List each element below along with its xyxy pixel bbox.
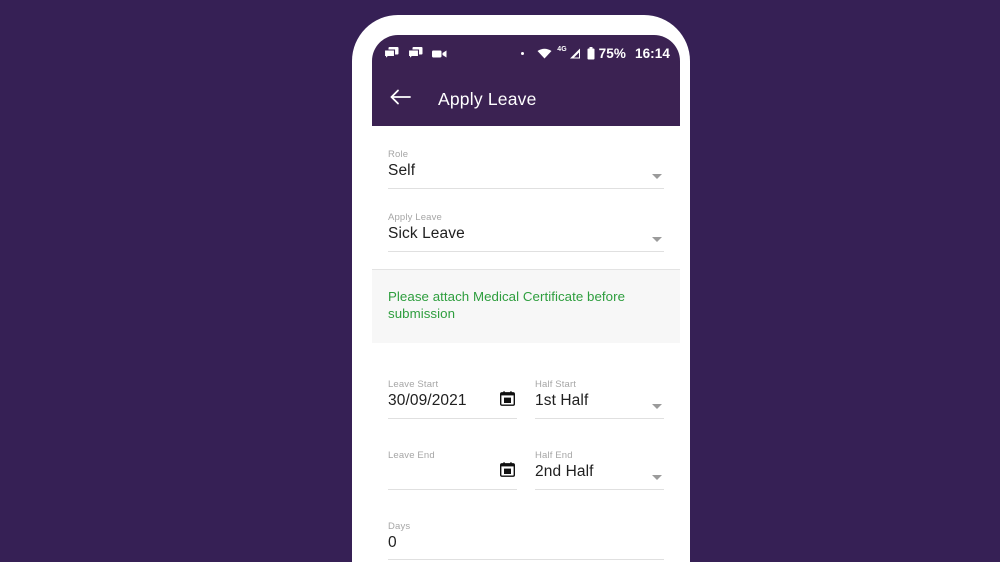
half-end-field[interactable]: Half End 2nd Half [535,441,664,490]
leave-start-value: 30/09/2021 [388,392,467,410]
phone-screen: 4G 75% 16:14 Apply Leave Role Self Apply… [372,35,680,562]
leave-start-row: Leave Start 30/09/2021 Half Start 1st Ha… [388,370,664,419]
back-arrow-icon [390,88,412,111]
role-label: Role [388,149,409,160]
notification-dot [521,52,525,55]
clock: 16:14 [634,45,670,61]
half-start-field[interactable]: Half Start 1st Half [535,370,664,419]
half-end-value: 2nd Half [535,463,594,481]
status-bar-right: 4G 75% 16:14 [521,45,670,61]
wifi-icon [537,48,552,59]
half-start-value: 1st Half [535,392,589,410]
chevron-down-icon[interactable] [652,474,662,480]
back-button[interactable] [388,86,414,112]
chat-icon [408,47,423,60]
role-value: Self [388,162,416,180]
apply-leave-label: Apply Leave [388,211,442,223]
battery-icon [587,47,595,60]
status-bar: 4G 75% 16:14 [372,35,680,72]
apply-leave-field[interactable]: Apply Leave Sick Leave [388,203,664,252]
network-type-label: 4G [557,46,567,53]
medical-certificate-notice: Please attach Medical Certificate before… [372,268,680,343]
notice-text: Please attach Medical Certificate before… [388,288,626,322]
leave-end-row: Leave End Half End 2nd Half [388,441,664,490]
leave-end-field[interactable]: Leave End [388,441,517,490]
app-bar: Apply Leave [372,72,680,126]
chevron-down-icon[interactable] [652,173,662,179]
battery-percentage: 75% [598,45,626,61]
leave-end-label: Leave End [388,449,435,461]
status-bar-left [384,47,447,60]
leave-start-field[interactable]: Leave Start 30/09/2021 [388,370,517,419]
leave-end-value [388,461,517,483]
apply-leave-value: Sick Leave [388,225,465,243]
days-label: Days [388,520,411,532]
calendar-icon[interactable] [499,390,516,411]
apply-leave-form: Role Self Apply Leave Sick Leave Please … [372,126,680,562]
role-field[interactable]: Role Self [388,140,664,189]
days-value: 0 [388,533,397,551]
signal-bars-icon [569,48,581,59]
calendar-icon[interactable] [499,461,516,482]
chevron-down-icon[interactable] [652,236,662,242]
leave-start-label: Leave Start [388,378,439,390]
video-camera-icon [432,49,447,59]
page-title: Apply Leave [438,88,537,109]
chevron-down-icon[interactable] [652,403,662,409]
half-start-label: Half Start [535,378,577,390]
half-end-label: Half End [535,449,573,461]
chat-icon [384,47,399,60]
days-field[interactable]: Days 0 [388,512,664,561]
